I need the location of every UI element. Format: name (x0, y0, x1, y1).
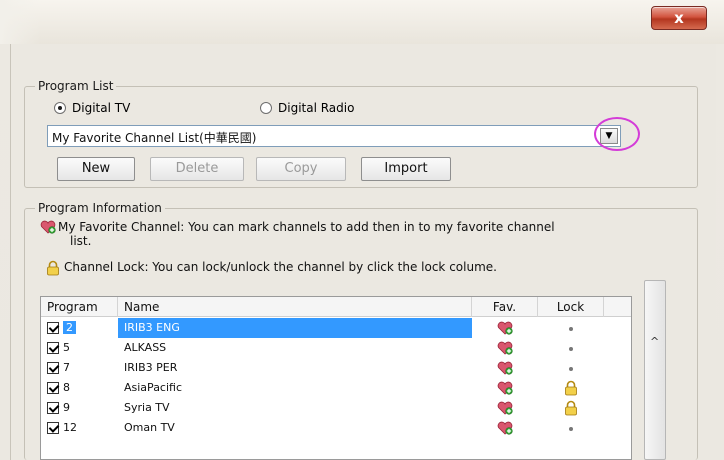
channel-list-combo[interactable]: My Favorite Channel List(中華民國) ▼ (47, 125, 621, 147)
row-checkbox[interactable] (47, 362, 59, 374)
lock-cell[interactable] (538, 398, 604, 418)
table-row[interactable]: 5 ALKASS (41, 338, 631, 358)
program-number: 8 (63, 381, 70, 394)
program-number: 7 (63, 361, 70, 374)
title-bar: x (0, 0, 724, 44)
lock-cell[interactable] (538, 418, 604, 438)
fav-cell[interactable] (472, 378, 538, 398)
table-row[interactable]: 2 IRIB3 ENG (41, 318, 631, 338)
channel-name: Oman TV (124, 421, 175, 434)
favorite-heart-icon[interactable] (497, 381, 513, 395)
favorite-heart-icon (40, 220, 56, 234)
radio-digital-radio-circle[interactable] (260, 102, 272, 114)
lock-cell[interactable] (538, 378, 604, 398)
fav-cell[interactable] (472, 398, 538, 418)
table-scrollbar[interactable]: ^ (644, 280, 666, 460)
program-info-title: Program Information (35, 201, 165, 215)
scroll-up-arrow-icon[interactable]: ^ (650, 335, 659, 348)
column-header-program[interactable]: Program (41, 297, 118, 317)
channel-name: IRIB3 PER (124, 361, 178, 374)
column-header-lock[interactable]: Lock (538, 297, 604, 317)
program-list-title: Program List (35, 79, 117, 93)
program-cell: 2 (41, 318, 118, 338)
column-header-fav[interactable]: Fav. (472, 297, 538, 317)
program-cell: 8 (41, 378, 118, 398)
program-cell: 5 (41, 338, 118, 358)
unlocked-dot-icon[interactable] (569, 367, 573, 371)
unlocked-dot-icon[interactable] (569, 327, 573, 331)
delete-button[interactable]: Delete (150, 157, 244, 181)
favorite-heart-icon[interactable] (497, 401, 513, 415)
program-cell: 7 (41, 358, 118, 378)
lock-icon (47, 260, 59, 276)
row-checkbox[interactable] (47, 322, 59, 334)
new-button[interactable]: New (57, 157, 135, 181)
table-header: Program Name Fav. Lock (41, 297, 631, 317)
row-checkbox[interactable] (47, 382, 59, 394)
program-number: 5 (63, 341, 70, 354)
lock-cell[interactable] (538, 358, 604, 378)
row-checkbox[interactable] (47, 402, 59, 414)
favorite-info-line2: list. (70, 234, 92, 248)
program-number: 9 (63, 401, 70, 414)
copy-button[interactable]: Copy (256, 157, 346, 181)
program-number: 2 (63, 321, 76, 334)
favorite-info-text: My Favorite Channel: You can mark channe… (58, 220, 555, 248)
favorite-heart-icon[interactable] (497, 421, 513, 435)
lock-cell[interactable] (538, 318, 604, 338)
channel-name: AsiaPacific (124, 381, 183, 394)
favorite-heart-icon[interactable] (497, 361, 513, 375)
table-row[interactable]: 12 Oman TV (41, 418, 631, 438)
close-button[interactable]: x (651, 6, 707, 30)
radio-digital-tv[interactable]: Digital TV (54, 101, 130, 115)
radio-digital-tv-label: Digital TV (72, 101, 131, 115)
program-table: Program Name Fav. Lock 2 IRIB3 ENG 5 ALKASS… (40, 296, 632, 460)
fav-cell[interactable] (472, 358, 538, 378)
program-cell: 12 (41, 418, 118, 438)
channel-name: Syria TV (124, 401, 170, 414)
fav-cell[interactable] (472, 338, 538, 358)
row-checkbox[interactable] (47, 422, 59, 434)
program-cell: 9 (41, 398, 118, 418)
title-bar-edge (0, 0, 40, 44)
radio-digital-radio-label: Digital Radio (278, 101, 355, 115)
channel-name: ALKASS (124, 341, 167, 354)
column-header-name[interactable]: Name (118, 297, 472, 317)
table-row[interactable]: 8 AsiaPacific (41, 378, 631, 398)
radio-digital-radio[interactable]: Digital Radio (260, 101, 354, 115)
favorite-info-line1: My Favorite Channel: You can mark channe… (58, 220, 555, 234)
highlight-circle-annotation (594, 117, 640, 151)
lock-icon[interactable] (564, 400, 578, 416)
table-row[interactable]: 9 Syria TV (41, 398, 631, 418)
fav-cell[interactable] (472, 418, 538, 438)
favorite-info: My Favorite Channel: You can mark channe… (40, 220, 630, 248)
import-button[interactable]: Import (361, 157, 451, 181)
row-checkbox[interactable] (47, 342, 59, 354)
table-row[interactable]: 7 IRIB3 PER (41, 358, 631, 378)
unlocked-dot-icon[interactable] (569, 347, 573, 351)
program-number: 12 (63, 421, 77, 434)
lock-cell[interactable] (538, 338, 604, 358)
channel-name: IRIB3 ENG (118, 318, 472, 338)
dialog-window: x Program List Digital TV Digital Radio … (0, 0, 724, 460)
lock-info: Channel Lock: You can lock/unlock the ch… (46, 260, 497, 276)
lock-icon[interactable] (564, 380, 578, 396)
favorite-heart-icon[interactable] (497, 321, 513, 335)
radio-digital-tv-circle[interactable] (54, 102, 66, 114)
favorite-heart-icon[interactable] (497, 341, 513, 355)
fav-cell[interactable] (472, 318, 538, 338)
channel-list-combo-value: My Favorite Channel List(中華民國) (52, 131, 257, 145)
lock-info-text: Channel Lock: You can lock/unlock the ch… (64, 260, 497, 274)
unlocked-dot-icon[interactable] (569, 427, 573, 431)
